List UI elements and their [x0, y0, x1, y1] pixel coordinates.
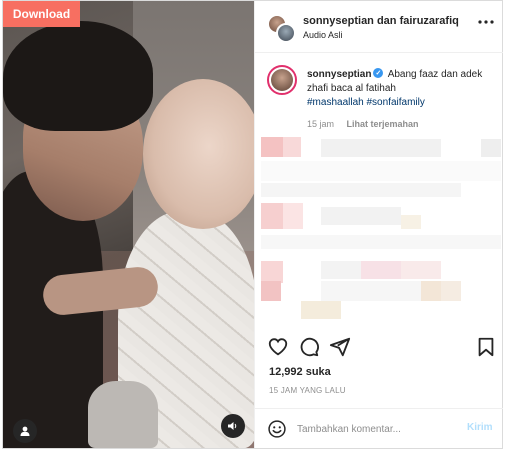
share-icon[interactable]	[329, 336, 351, 358]
blur-block	[321, 207, 401, 225]
post-timestamp: 15 JAM YANG LALU	[269, 386, 346, 395]
caption-meta: 15 jam Lihat terjemahan	[307, 119, 419, 129]
video-figure-baby-head	[143, 79, 254, 229]
avatar	[276, 23, 296, 43]
blur-block	[481, 139, 501, 157]
post-comment-button[interactable]: Kirim	[467, 422, 493, 433]
blur-block	[321, 139, 441, 157]
blur-block	[441, 281, 461, 301]
comment-input[interactable]	[297, 421, 457, 437]
blur-block	[261, 261, 283, 283]
blur-block	[261, 183, 461, 197]
video-figure-boy-hair	[3, 21, 153, 131]
see-translation-link[interactable]: Lihat terjemahan	[347, 119, 419, 129]
add-comment-bar: Kirim	[255, 408, 503, 448]
author-avatar[interactable]	[267, 65, 297, 95]
caption-hashtags[interactable]: #mashaallah #sonfaifamily	[307, 97, 425, 108]
caption-time: 15 jam	[307, 119, 335, 129]
comment-icon[interactable]	[298, 336, 320, 358]
post-header: sonnyseptian dan fairuzarafiq Audio Asli	[255, 1, 503, 53]
blur-block	[283, 137, 301, 157]
blur-block	[301, 301, 341, 319]
user-icon	[20, 426, 30, 436]
heart-icon[interactable]	[267, 336, 289, 358]
instagram-post-modal: Download sonnyseptian dan fairuzarafiq A…	[2, 0, 503, 449]
verified-badge-icon	[373, 67, 384, 81]
blur-block	[261, 203, 283, 229]
blur-block	[261, 235, 501, 249]
blurred-comments	[261, 137, 501, 327]
blur-block	[421, 281, 441, 301]
tagged-users-button[interactable]	[13, 419, 37, 443]
blur-block	[321, 281, 421, 301]
audio-link[interactable]: Audio Asli	[303, 30, 343, 40]
mute-toggle-button[interactable]	[221, 414, 245, 438]
post-details-panel: sonnyseptian dan fairuzarafiq Audio Asli…	[254, 1, 503, 448]
like-count[interactable]: 12,992 suka	[269, 366, 331, 378]
blur-block	[261, 161, 501, 181]
speaker-icon	[228, 422, 237, 430]
caption-username[interactable]: sonnyseptian	[307, 69, 371, 80]
collab-avatars[interactable]	[267, 14, 296, 43]
blur-block	[401, 215, 421, 229]
blur-block	[261, 281, 281, 301]
avatar-image	[271, 69, 293, 91]
blur-block	[283, 203, 303, 229]
download-button[interactable]: Download	[3, 1, 80, 27]
caption-text-block: sonnyseptian Abang faaz dan adek zhafi b…	[307, 67, 495, 110]
post-actions	[255, 334, 503, 362]
video-figure-baby-foot	[88, 381, 158, 448]
bookmark-icon[interactable]	[475, 336, 497, 358]
blur-block	[401, 261, 441, 279]
more-options-icon[interactable]	[476, 16, 496, 28]
video-player[interactable]: Download	[3, 1, 254, 448]
post-authors[interactable]: sonnyseptian dan fairuzarafiq	[303, 15, 459, 27]
blur-block	[261, 137, 283, 157]
blur-block	[361, 261, 401, 279]
blur-block	[321, 261, 361, 279]
emoji-icon[interactable]	[267, 419, 287, 439]
